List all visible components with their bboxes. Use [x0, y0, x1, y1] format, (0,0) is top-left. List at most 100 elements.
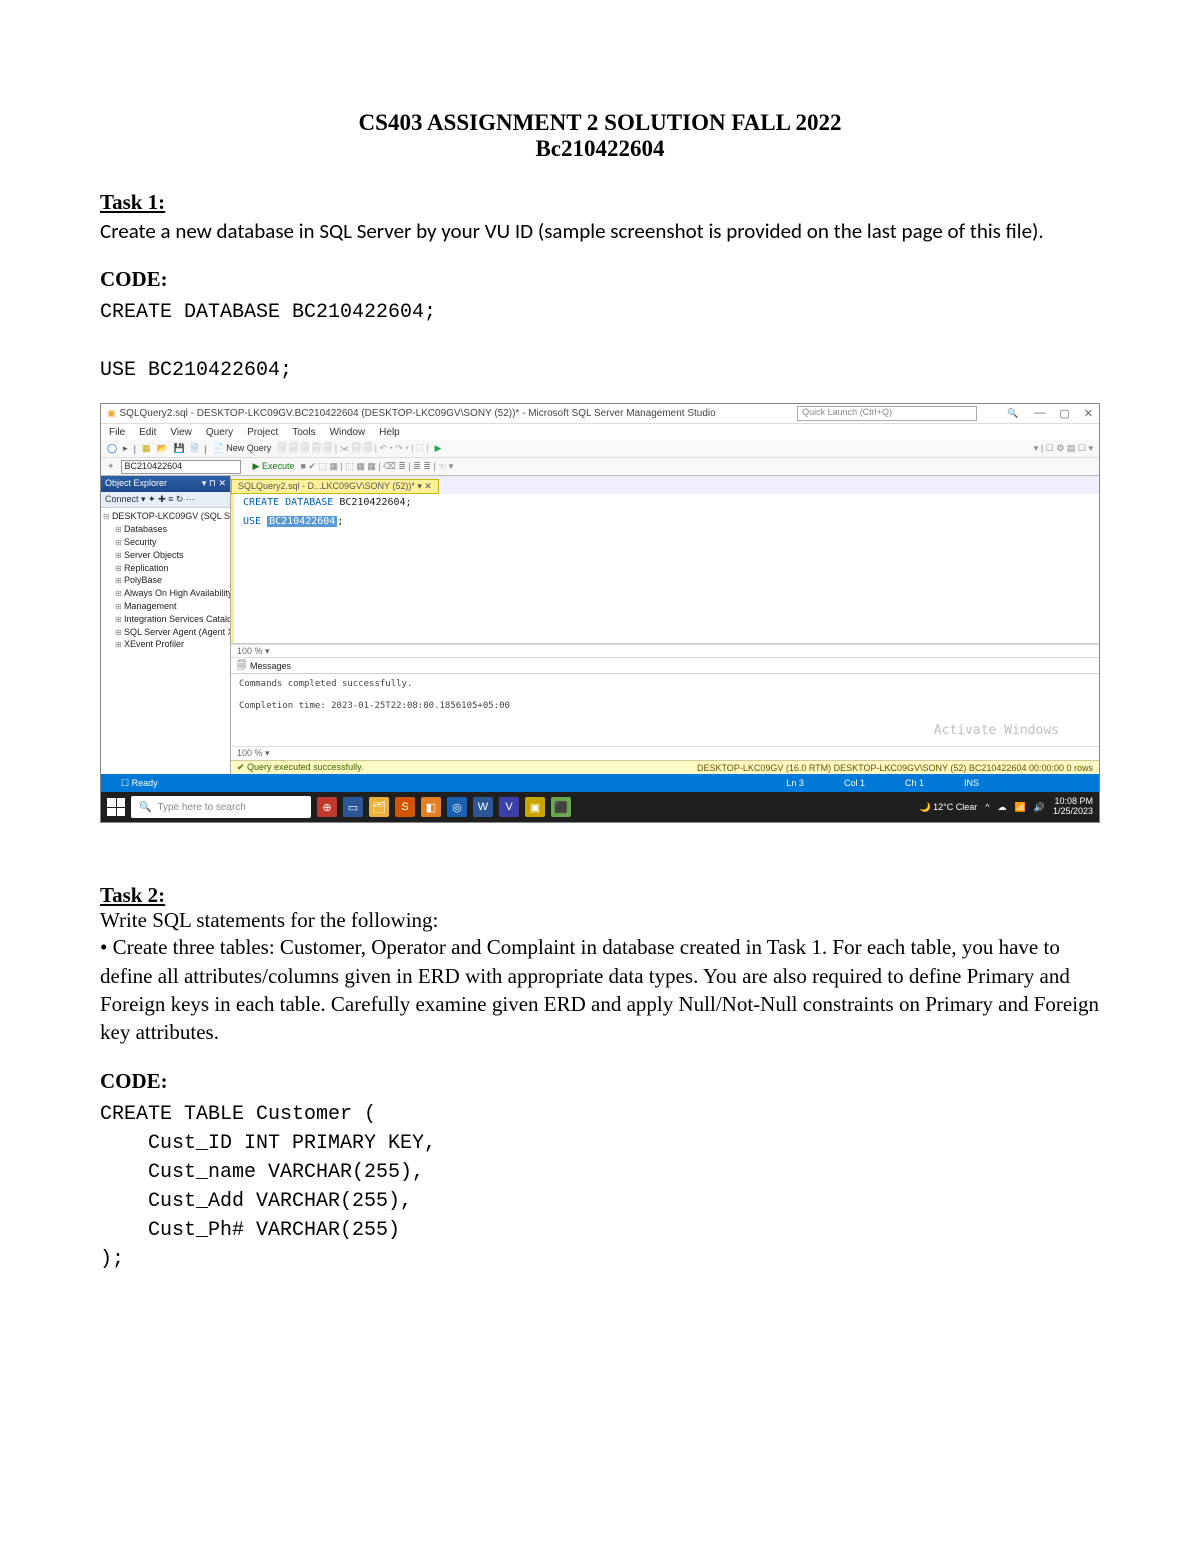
sql-keyword-use: USE [243, 516, 267, 527]
tree-replication[interactable]: Replication [115, 562, 228, 575]
tree-management[interactable]: Management [115, 600, 228, 613]
tray-volume-icon[interactable]: 🔊 [1034, 802, 1045, 813]
status-ln: Ln 3 [786, 778, 804, 788]
status-col: Col 1 [844, 778, 865, 788]
object-explorer-title: Object Explorer [105, 478, 167, 490]
tab-sqlquery2[interactable]: SQLQuery2.sql - D...LKC09GV\SONY (52))* … [231, 479, 439, 494]
taskbar-app-1[interactable]: ⊕ [317, 797, 337, 817]
status-ins: INS [964, 778, 979, 788]
editor-change-gutter [231, 494, 234, 643]
ssms-titlebar: ▣ SQLQuery2.sql - DESKTOP-LKC09GV.BC2104… [101, 404, 1099, 424]
menu-bar: File Edit View Query Project Tools Windo… [101, 424, 1099, 440]
task1-body: Create a new database in SQL Server by y… [100, 217, 1100, 245]
toolbar-1: ◯ ▸| ▦ 📂 💾 🗎| 📄 New Query 🗐 🗐 🗐 🗐 🗐 | ✂ … [101, 440, 1099, 458]
windows-taskbar: 🔍 Type here to search ⊕ ▭ 🗂 S ◧ ◎ W V ▣ … [101, 792, 1099, 822]
nav-back-icon[interactable]: ◯ [107, 443, 117, 454]
code-block-2: CREATE TABLE Customer ( Cust_ID INT PRIM… [100, 1100, 1100, 1274]
sql-selection: BC210422604 [267, 516, 337, 527]
query-conn-info: DESKTOP-LKC09GV (16.0 RTM) DESKTOP-LKC09… [697, 763, 1093, 773]
messages-tab[interactable]: 🗐 Messages [231, 658, 1099, 674]
tray-chevron-icon[interactable]: ^ [985, 802, 989, 812]
minimize-button[interactable]: — [1034, 407, 1045, 420]
query-status-bar: ✔ Query executed successfully. DESKTOP-L… [231, 760, 1099, 774]
tree-databases[interactable]: Databases [115, 523, 228, 536]
tree-always-on[interactable]: Always On High Availability [115, 587, 228, 600]
ssms-app-icon: ▣ [107, 408, 116, 419]
messages-body: Commands completed successfully. Complet… [231, 674, 1099, 746]
menu-query[interactable]: Query [206, 427, 233, 438]
code-heading-2: CODE: [100, 1069, 1100, 1094]
quick-launch-input[interactable]: Quick Launch (Ctrl+Q) [797, 406, 977, 421]
tray-cloud-icon[interactable]: ☁ [998, 802, 1007, 813]
object-explorer-header: Object Explorer ▾ ⊓ ✕ [101, 476, 230, 492]
sql-editor[interactable]: CREATE DATABASE BC210422604; USE BC21042… [231, 494, 1099, 644]
menu-view[interactable]: View [170, 427, 192, 438]
tree-root[interactable]: DESKTOP-LKC09GV (SQL Server 1… [103, 510, 228, 523]
save-all-icon[interactable]: 🗎 [191, 441, 198, 457]
taskbar-file-explorer[interactable]: 🗂 [369, 797, 389, 817]
execute-label[interactable]: ▶ Execute [253, 461, 295, 472]
ssms-screenshot: ▣ SQLQuery2.sql - DESKTOP-LKC09GV.BC2104… [100, 403, 1100, 823]
toolbar2-icons: ■ ✔ ⬚ ▦ | ⬚ ▦ ▦ | ⌫ ≣ | ≣ ≣ | ☜ ▾ [301, 461, 454, 472]
new-query-button[interactable]: 📄 New Query [213, 443, 272, 454]
menu-file[interactable]: File [109, 427, 125, 438]
start-button[interactable] [107, 798, 125, 816]
tree-integration[interactable]: Integration Services Catalogs [115, 613, 228, 626]
tray-wifi-icon[interactable]: 📶 [1015, 802, 1026, 813]
window-title: SQLQuery2.sql - DESKTOP-LKC09GV.BC210422… [120, 408, 798, 419]
menu-window[interactable]: Window [330, 427, 366, 438]
taskbar-app-5[interactable]: ⬛ [551, 797, 571, 817]
toolbar-icons-group: 🗐 🗐 🗐 🗐 🗐 | ✂ 🗐 🗐 | ↶ ▾ ↷ ▾ | ⬚ | [277, 441, 428, 457]
parse-icon[interactable]: ✦ [107, 461, 115, 472]
tree-polybase[interactable]: PolyBase [115, 574, 228, 587]
menu-help[interactable]: Help [379, 427, 400, 438]
debug-target-icon[interactable]: ▶ [434, 443, 441, 454]
task1-heading: Task 1: [100, 190, 1100, 215]
object-tree[interactable]: DESKTOP-LKC09GV (SQL Server 1… Databases… [101, 508, 230, 774]
panel-controls[interactable]: ▾ ⊓ ✕ [202, 478, 226, 490]
toolbar-2: ✦ BC210422604 ▶ Execute ■ ✔ ⬚ ▦ | ⬚ ▦ ▦ … [101, 458, 1099, 476]
open-icon[interactable]: 📂 [156, 443, 167, 454]
tree-xevent[interactable]: XEvent Profiler [115, 638, 228, 651]
close-button[interactable]: ✕ [1084, 407, 1093, 420]
system-tray[interactable]: 🌙 12°C Clear ^ ☁ 📶 🔊 10:08 PM 1/25/2023 [919, 797, 1093, 817]
task2-line2: • Create three tables: Customer, Operato… [100, 933, 1100, 1046]
tree-security[interactable]: Security [115, 536, 228, 549]
msg-completion: Completion time: 2023-01-25T22:08:00.185… [239, 700, 1091, 714]
editor-zoom[interactable]: 100 % ▾ [231, 644, 1099, 658]
menu-project[interactable]: Project [247, 427, 278, 438]
taskbar-app-2[interactable]: ▭ [343, 797, 363, 817]
menu-tools[interactable]: Tools [292, 427, 315, 438]
weather-widget[interactable]: 🌙 12°C Clear [919, 802, 977, 813]
taskbar-search[interactable]: 🔍 Type here to search [131, 796, 311, 818]
taskbar-vs[interactable]: V [499, 797, 519, 817]
messages-icon: 🗐 [237, 658, 246, 674]
tree-sql-agent[interactable]: SQL Server Agent (Agent XPs… [115, 626, 228, 639]
connect-toolbar[interactable]: Connect ▾ ✦ ✚ ≡ ↻ ⋯ [101, 492, 230, 508]
save-icon[interactable]: 💾 [174, 443, 185, 454]
toolbar-right-icons: ▾ | ☐ ⚙ ▤ ☐ ▾ [1034, 443, 1093, 454]
doc-title: CS403 ASSIGNMENT 2 SOLUTION FALL 2022 [100, 110, 1100, 136]
new-project-icon[interactable]: ▦ [142, 443, 151, 454]
msg-success: Commands completed successfully. [239, 678, 1091, 692]
database-combo[interactable]: BC210422604 [121, 460, 241, 474]
taskbar-word[interactable]: W [473, 797, 493, 817]
menu-edit[interactable]: Edit [139, 427, 156, 438]
sql-keyword: CREATE DATABASE [243, 497, 333, 508]
taskbar-app-4[interactable]: ◧ [421, 797, 441, 817]
document-page: CS403 ASSIGNMENT 2 SOLUTION FALL 2022 Bc… [0, 0, 1200, 1553]
code-heading-1: CODE: [100, 267, 1100, 292]
results-zoom[interactable]: 100 % ▾ [231, 746, 1099, 760]
maximize-button[interactable]: ▢ [1059, 407, 1069, 420]
taskbar-app-3[interactable]: S [395, 797, 415, 817]
taskbar-chrome[interactable]: ◎ [447, 797, 467, 817]
taskbar-ssms[interactable]: ▣ [525, 797, 545, 817]
status-ch: Ch 1 [905, 778, 924, 788]
sql-editor-area: SQLQuery2.sql - D...LKC09GV\SONY (52))* … [231, 476, 1099, 774]
taskbar-clock[interactable]: 10:08 PM 1/25/2023 [1053, 797, 1093, 817]
nav-fwd-icon[interactable]: ▸ [123, 443, 128, 454]
search-icon: 🔍 [139, 802, 151, 813]
task2-heading: Task 2: [100, 883, 1100, 908]
tree-server-objects[interactable]: Server Objects [115, 549, 228, 562]
editor-tabs: SQLQuery2.sql - D...LKC09GV\SONY (52))* … [231, 476, 1099, 494]
